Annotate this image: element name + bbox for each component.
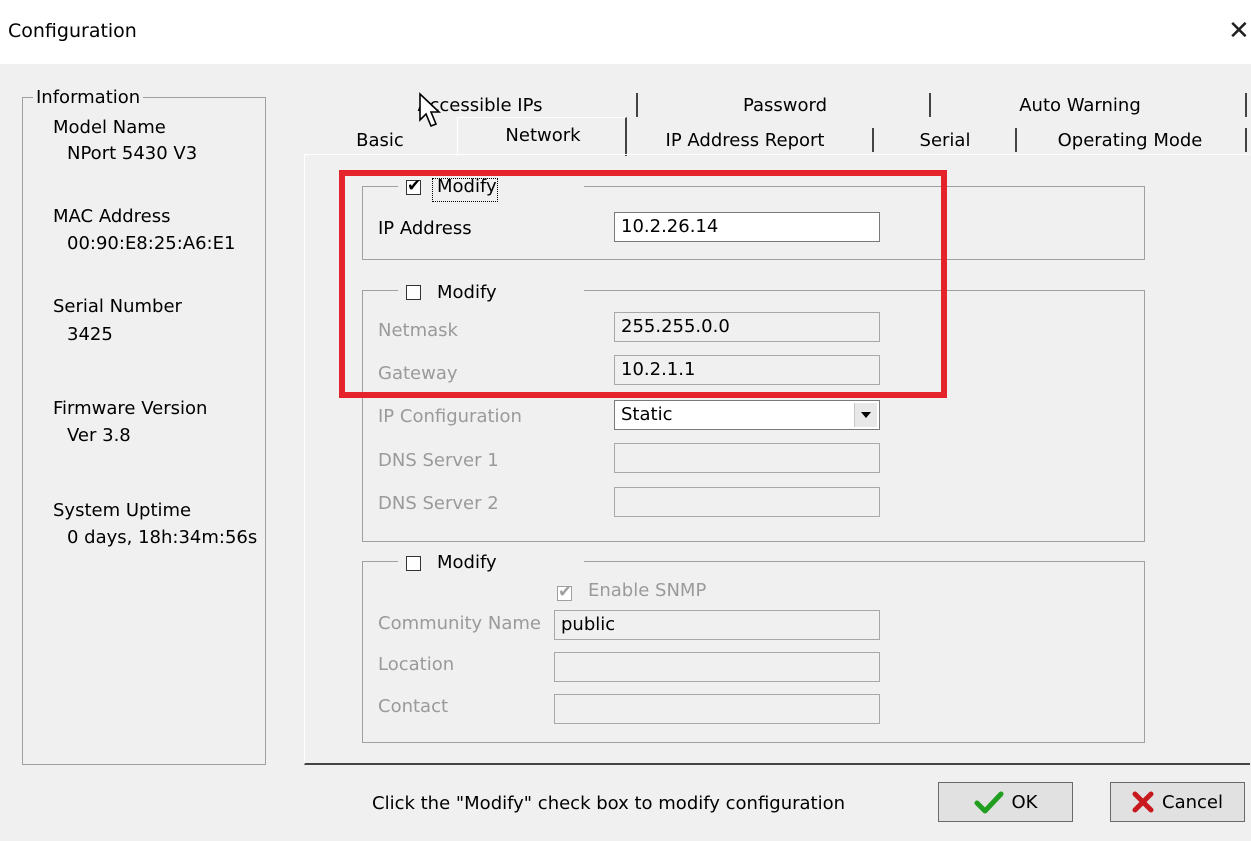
close-icon[interactable]: ✕ [1228, 16, 1250, 46]
model-name-value: NPort 5430 V3 [67, 143, 198, 164]
snmp-modify-checkbox[interactable] [406, 556, 421, 571]
serial-number-label: Serial Number [53, 296, 182, 317]
contact-input[interactable] [554, 694, 880, 724]
model-name-label: Model Name [53, 117, 166, 138]
x-icon [1132, 791, 1154, 813]
location-label: Location [378, 654, 455, 675]
enable-snmp-checkbox[interactable]: ✔ [557, 582, 572, 602]
mac-address-label: MAC Address [53, 206, 171, 227]
information-legend: Information [33, 87, 144, 108]
highlight-box [339, 170, 947, 398]
check-icon [974, 791, 1003, 814]
tab-separator [1245, 93, 1247, 117]
mouse-cursor-icon [419, 92, 442, 128]
community-name-label: Community Name [378, 613, 542, 634]
tab-ip-address-report[interactable]: IP Address Report [650, 130, 840, 151]
dns-server-1-label: DNS Server 1 [378, 450, 499, 471]
ip-configuration-label: IP Configuration [378, 406, 522, 427]
window-title: Configuration [8, 20, 137, 42]
tab-auto-warning[interactable]: Auto Warning [990, 95, 1170, 116]
dns-server-2-input[interactable] [614, 487, 880, 517]
community-name-input[interactable]: public [554, 610, 880, 640]
snmp-modify-label[interactable]: Modify [437, 552, 497, 573]
hint-text: Click the "Modify" check box to modify c… [372, 793, 846, 814]
dns-server-2-label: DNS Server 2 [378, 493, 499, 514]
mac-address-value: 00:90:E8:25:A6:E1 [67, 233, 236, 254]
information-group [22, 97, 266, 765]
tab-operating-mode[interactable]: Operating Mode [1030, 130, 1230, 151]
cancel-label: Cancel [1162, 791, 1223, 813]
tab-separator [1015, 128, 1017, 152]
firmware-version-label: Firmware Version [53, 398, 208, 419]
ip-configuration-value: Static [621, 404, 673, 425]
firmware-version-value: Ver 3.8 [67, 425, 131, 446]
tab-serial[interactable]: Serial [905, 130, 985, 151]
system-uptime-value: 0 days, 18h:34m:56s [67, 527, 258, 548]
title-bar [0, 0, 1251, 64]
tab-separator [1245, 128, 1247, 152]
ip-configuration-select[interactable]: Static [614, 400, 880, 430]
ok-label: OK [1011, 791, 1038, 813]
serial-number-value: 3425 [67, 324, 113, 345]
contact-label: Contact [378, 696, 449, 717]
enable-snmp-label: Enable SNMP [588, 580, 707, 601]
tab-password[interactable]: Password [680, 95, 890, 116]
dropdown-arrow-icon[interactable] [854, 403, 877, 427]
dns-server-1-input[interactable] [614, 443, 880, 473]
ok-button[interactable]: OK [938, 782, 1073, 822]
location-input[interactable] [554, 652, 880, 682]
system-uptime-label: System Uptime [53, 500, 192, 521]
tab-network[interactable]: Network [478, 125, 608, 146]
tab-separator [636, 93, 638, 117]
tab-basic[interactable]: Basic [340, 130, 420, 151]
cancel-button[interactable]: Cancel [1110, 782, 1245, 822]
tab-separator [929, 93, 931, 117]
tab-separator [872, 128, 874, 152]
